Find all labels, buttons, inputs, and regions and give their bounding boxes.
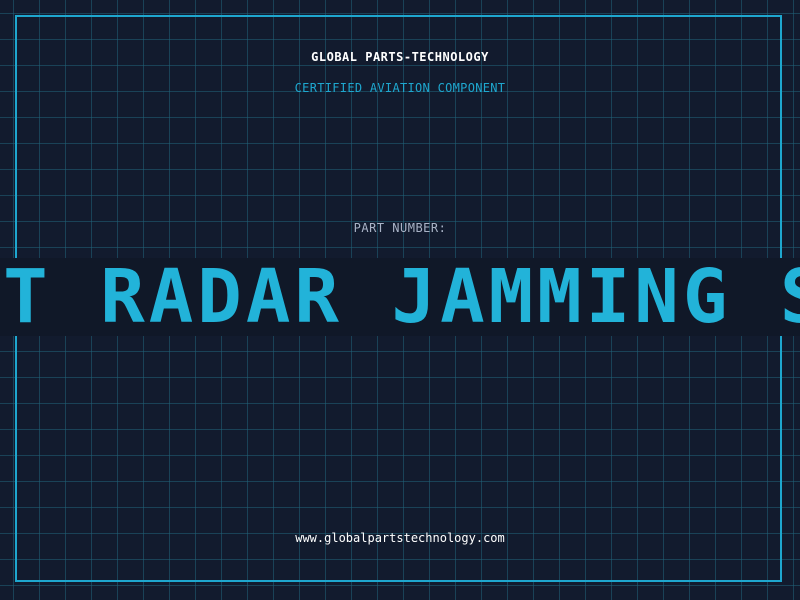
page-canvas: GLOBAL PARTS-TECHNOLOGY CERTIFIED AVIATI…	[0, 0, 800, 600]
website-url: www.globalpartstechnology.com	[295, 531, 505, 545]
tagline: CERTIFIED AVIATION COMPONENT	[294, 81, 506, 95]
part-number-band: AFT RADAR JAMMING S	[0, 258, 800, 336]
part-number-text: AFT RADAR JAMMING S	[0, 258, 800, 336]
part-number-label: PART NUMBER:	[353, 221, 447, 235]
company-name: GLOBAL PARTS-TECHNOLOGY	[311, 50, 489, 64]
